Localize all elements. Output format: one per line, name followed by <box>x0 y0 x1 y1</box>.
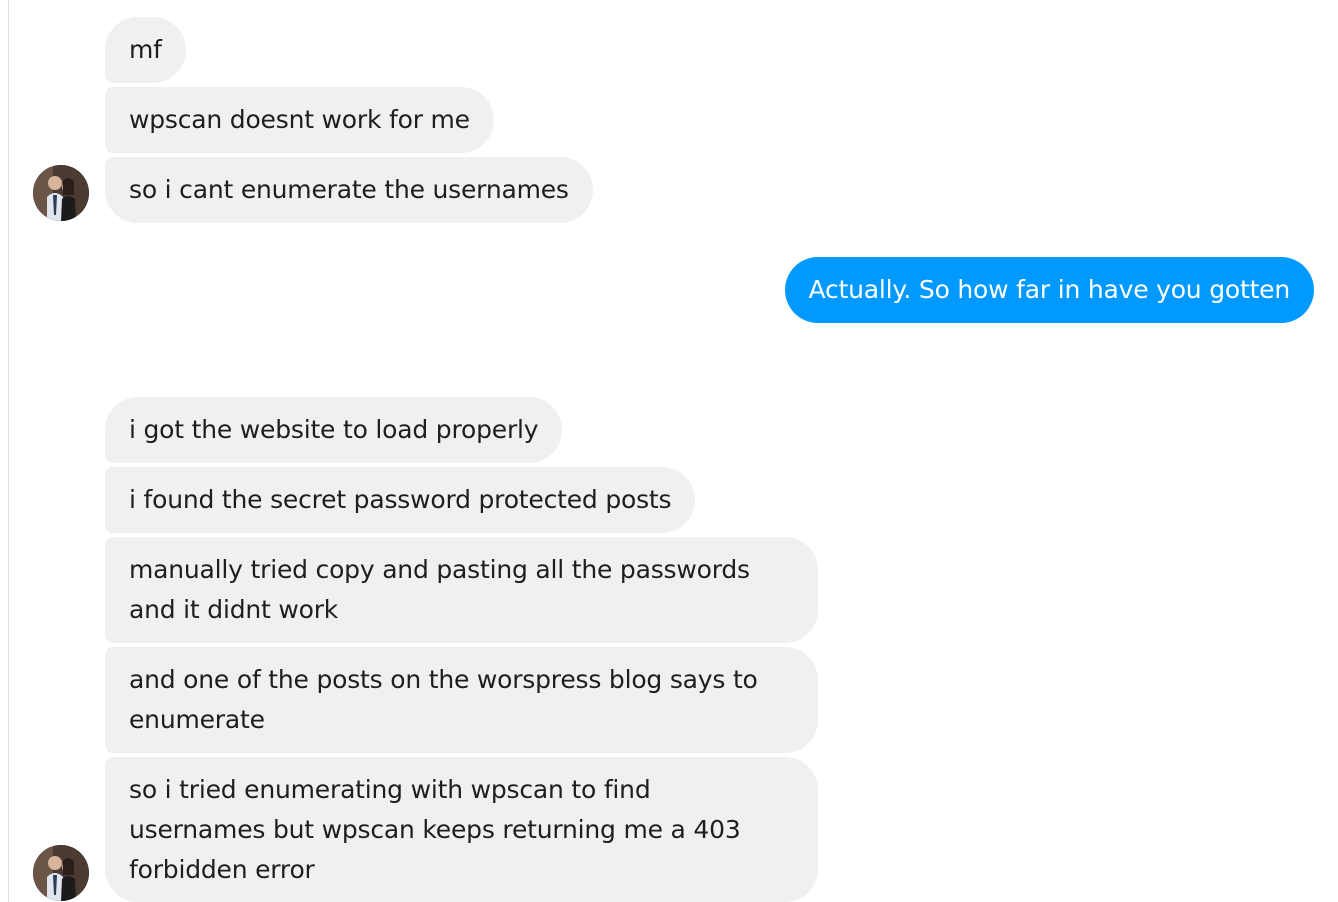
incoming-message-bubble[interactable]: so i cant enumerate the usernames <box>105 157 593 223</box>
conversation-divider <box>8 0 9 902</box>
avatar-photo-icon <box>33 845 89 901</box>
contact-avatar[interactable] <box>33 165 89 221</box>
message-text: Actually. So how far in have you gotten <box>808 275 1291 304</box>
incoming-message-bubble[interactable]: wpscan doesnt work for me <box>105 87 494 153</box>
outgoing-message-bubble[interactable]: Actually. So how far in have you gotten <box>784 257 1314 323</box>
incoming-message-bubble[interactable]: i found the secret password protected po… <box>105 467 696 533</box>
avatar-photo-icon <box>33 165 89 221</box>
message-text: i got the website to load properly <box>129 415 539 444</box>
message-text: so i tried enumerating with wpscan to fi… <box>129 775 741 884</box>
message-text: manually tried copy and pasting all the … <box>129 555 750 624</box>
message-text: i found the secret password protected po… <box>129 485 672 514</box>
incoming-message-bubble[interactable]: manually tried copy and pasting all the … <box>105 537 818 643</box>
incoming-message-bubble[interactable]: so i tried enumerating with wpscan to fi… <box>105 757 818 902</box>
incoming-message-bubble[interactable]: and one of the posts on the worspress bl… <box>105 647 818 753</box>
incoming-message-bubble[interactable]: i got the website to load properly <box>105 397 563 463</box>
incoming-message-bubble[interactable]: mf <box>105 17 186 83</box>
message-text: mf <box>129 35 162 64</box>
message-text: wpscan doesnt work for me <box>129 105 470 134</box>
message-text: so i cant enumerate the usernames <box>129 175 569 204</box>
contact-avatar[interactable] <box>33 845 89 901</box>
message-text: and one of the posts on the worspress bl… <box>129 665 758 734</box>
